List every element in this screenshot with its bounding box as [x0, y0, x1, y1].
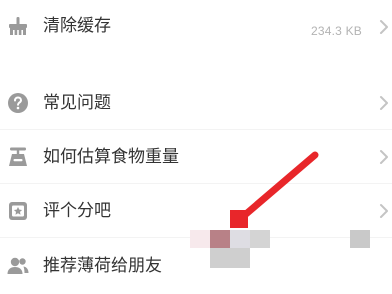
clear-cache-row[interactable]: 清除缓存 234.3 KB — [0, 2, 392, 52]
mosaic-block — [250, 230, 270, 248]
section-gap — [0, 52, 392, 64]
broom-icon — [6, 14, 30, 38]
faq-label: 常见问题 — [43, 93, 111, 113]
clear-cache-label: 清除缓存 — [43, 16, 111, 36]
chevron-right-icon — [378, 149, 390, 165]
recommend-label: 推荐薄荷给朋友 — [43, 256, 162, 276]
chevron-right-icon — [378, 19, 390, 35]
food-weight-label: 如何估算食物重量 — [43, 147, 179, 167]
mosaic-block — [230, 230, 250, 248]
food-weight-row[interactable]: 如何估算食物重量 — [0, 131, 392, 181]
rate-label: 评个分吧 — [43, 201, 111, 221]
divider — [0, 129, 392, 130]
mosaic-block — [190, 230, 212, 248]
mosaic-block — [230, 210, 248, 228]
question-icon — [6, 91, 30, 115]
rate-icon — [6, 199, 30, 223]
mosaic-block — [350, 230, 370, 248]
friends-icon — [6, 254, 30, 278]
scale-icon — [6, 145, 30, 169]
recommend-row[interactable]: 推荐薄荷给朋友 — [0, 241, 392, 291]
mosaic-block — [210, 248, 250, 268]
divider — [0, 183, 392, 184]
cache-size-value: 234.3 KB — [311, 24, 362, 38]
mosaic-block — [210, 230, 230, 248]
settings-screen: 清除缓存 234.3 KB 常见问题 如何估算食物重量 评个分吧 推荐薄荷给朋友 — [0, 0, 392, 294]
rate-row[interactable]: 评个分吧 — [0, 185, 392, 235]
faq-row[interactable]: 常见问题 — [0, 78, 392, 128]
chevron-right-icon — [378, 203, 390, 219]
chevron-right-icon — [378, 95, 390, 111]
